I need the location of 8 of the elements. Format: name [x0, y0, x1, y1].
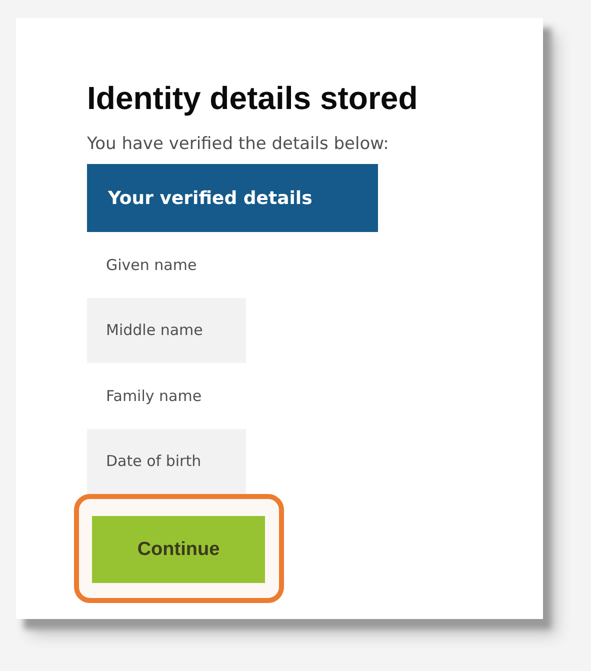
detail-label: Given name — [105, 254, 198, 276]
page-title: Identity details stored — [87, 79, 418, 118]
continue-button[interactable]: Continue — [92, 516, 265, 583]
intro-text: You have verified the details below: — [87, 133, 389, 156]
detail-label: Middle name — [87, 298, 246, 363]
detail-label: Family name — [105, 386, 203, 407]
table-header: Your verified details — [87, 164, 378, 232]
detail-label: Date of birth — [87, 428, 246, 494]
